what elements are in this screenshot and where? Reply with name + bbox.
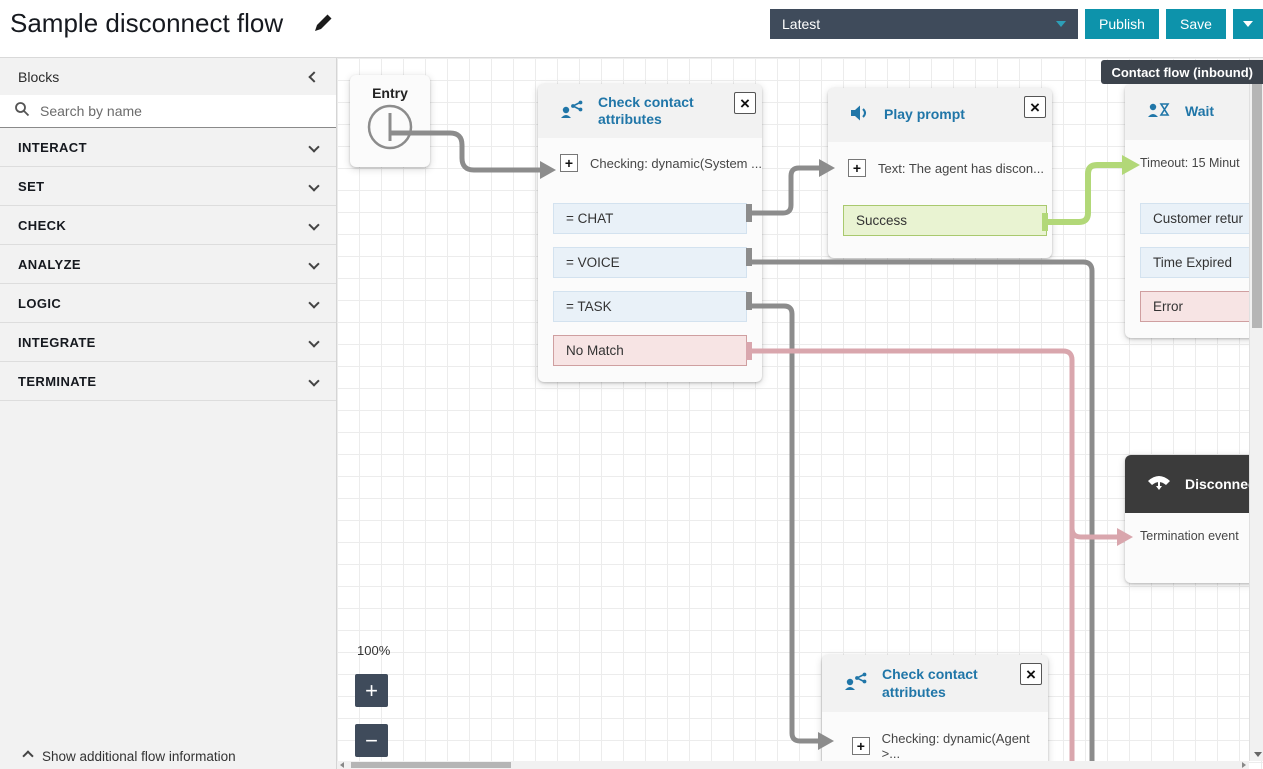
block-parameter[interactable]: + Text: The agent has discon... [848, 159, 1044, 177]
branch-customer-returned[interactable]: Customer retur [1140, 203, 1263, 234]
show-flow-information-link[interactable]: Show additional flow information [0, 743, 336, 769]
version-selector[interactable]: Latest [770, 9, 1078, 39]
block-title: Play prompt [884, 106, 965, 124]
chevron-down-icon [1056, 21, 1066, 27]
chevron-down-icon [308, 336, 319, 347]
branch-no-match[interactable]: No Match [553, 335, 747, 366]
blocks-panel-header: Blocks [0, 58, 336, 95]
branch-termination-event[interactable]: Termination event [1140, 529, 1239, 543]
close-icon[interactable]: × [1024, 96, 1046, 118]
check-contact-attributes-icon [560, 99, 584, 124]
close-icon[interactable]: × [734, 92, 756, 114]
add-condition-icon[interactable]: + [560, 154, 578, 172]
flow-canvas[interactable]: Entry Check contact attributes × + Check… [337, 58, 1263, 769]
branch-chat[interactable]: = CHAT [553, 203, 747, 234]
chevron-left-icon [308, 71, 319, 82]
block-parameter[interactable]: + Checking: dynamic(System ... [560, 154, 762, 172]
search-input[interactable] [40, 103, 290, 119]
horizontal-scrollbar-thumb[interactable] [351, 762, 511, 768]
chevron-down-icon [308, 219, 319, 230]
chevron-down-icon [308, 141, 319, 152]
chevron-down-icon [308, 297, 319, 308]
zoom-in-button[interactable]: + [355, 674, 388, 707]
block-title: Wait [1185, 103, 1214, 121]
block-title: Disconnec [1185, 476, 1256, 492]
sidebar-category-terminate[interactable]: TERMINATE [0, 362, 336, 401]
branch-voice[interactable]: = VOICE [553, 247, 747, 278]
block-header: Wait [1125, 84, 1263, 140]
vertical-scrollbar-thumb[interactable] [1252, 66, 1262, 328]
block-title: Check contact attributes [598, 94, 710, 129]
blocks-panel-title: Blocks [18, 69, 59, 85]
sidebar-category-analyze[interactable]: ANALYZE [0, 245, 336, 284]
wait-icon [1147, 101, 1171, 124]
check-contact-attributes-block-top[interactable]: Check contact attributes × + Checking: d… [538, 84, 762, 382]
zoom-out-button[interactable]: − [355, 724, 388, 757]
entry-block[interactable]: Entry [350, 75, 430, 167]
sidebar-category-interact[interactable]: INTERACT [0, 128, 336, 167]
chevron-down-icon [308, 258, 319, 269]
branch-success[interactable]: Success [843, 205, 1047, 236]
branch-task[interactable]: = TASK [553, 291, 747, 322]
chevron-down-icon [308, 180, 319, 191]
play-prompt-block[interactable]: Play prompt × + Text: The agent has disc… [828, 88, 1052, 258]
block-header: Disconnec [1125, 455, 1263, 513]
add-condition-icon[interactable]: + [852, 737, 870, 755]
top-bar: Sample disconnect flow Latest Publish Sa… [0, 0, 1263, 58]
branch-time-expired[interactable]: Time Expired [1140, 247, 1263, 278]
publish-button[interactable]: Publish [1085, 9, 1159, 39]
scroll-right-arrow-icon[interactable] [1242, 762, 1246, 768]
collapse-panel-button[interactable] [310, 68, 318, 86]
save-button[interactable]: Save [1166, 9, 1226, 39]
save-menu-button[interactable] [1233, 9, 1263, 39]
edit-title-pencil-icon[interactable] [313, 13, 333, 38]
flow-type-badge: Contact flow (inbound) [1101, 60, 1263, 84]
chevron-down-icon [308, 375, 319, 386]
speaker-icon [850, 104, 870, 127]
blocks-sidebar: Blocks INTERACT SET CHECK ANALYZE LOGIC … [0, 58, 337, 769]
vertical-scrollbar[interactable] [1249, 58, 1263, 761]
search-icon [14, 101, 30, 122]
scroll-down-arrow-icon[interactable] [1254, 752, 1262, 757]
check-contact-attributes-block-bottom[interactable]: Check contact attributes × + Checking: d… [822, 655, 1048, 769]
sidebar-category-logic[interactable]: LOGIC [0, 284, 336, 323]
close-icon[interactable]: × [1020, 663, 1042, 685]
zoom-level: 100% [357, 643, 390, 658]
block-header: Check contact attributes × [822, 655, 1048, 712]
block-parameter[interactable]: Timeout: 15 Minut [1140, 156, 1240, 170]
chevron-up-icon [22, 750, 33, 761]
page-title: Sample disconnect flow [10, 8, 283, 39]
disconnect-block[interactable]: Disconnec Termination event [1125, 455, 1263, 583]
wait-block[interactable]: Wait Timeout: 15 Minut Customer retur Ti… [1125, 84, 1263, 338]
entry-block-title: Entry [350, 85, 430, 101]
block-header: Check contact attributes × [538, 84, 762, 138]
horizontal-scrollbar[interactable] [337, 761, 1249, 769]
block-search [0, 95, 336, 128]
version-selector-value: Latest [782, 16, 820, 32]
block-parameter[interactable]: + Checking: dynamic(Agent >... [852, 731, 1048, 761]
entry-point-icon [350, 101, 430, 161]
sidebar-category-set[interactable]: SET [0, 167, 336, 206]
disconnect-phone-icon [1147, 473, 1171, 496]
sidebar-category-check[interactable]: CHECK [0, 206, 336, 245]
scroll-left-arrow-icon[interactable] [340, 762, 344, 768]
sidebar-category-integrate[interactable]: INTEGRATE [0, 323, 336, 362]
check-contact-attributes-icon [844, 671, 868, 696]
chevron-down-icon [1243, 21, 1253, 27]
branch-error[interactable]: Error [1140, 291, 1263, 322]
block-title: Check contact attributes [882, 666, 994, 701]
block-header: Play prompt × [828, 88, 1052, 142]
add-prompt-icon[interactable]: + [848, 159, 866, 177]
